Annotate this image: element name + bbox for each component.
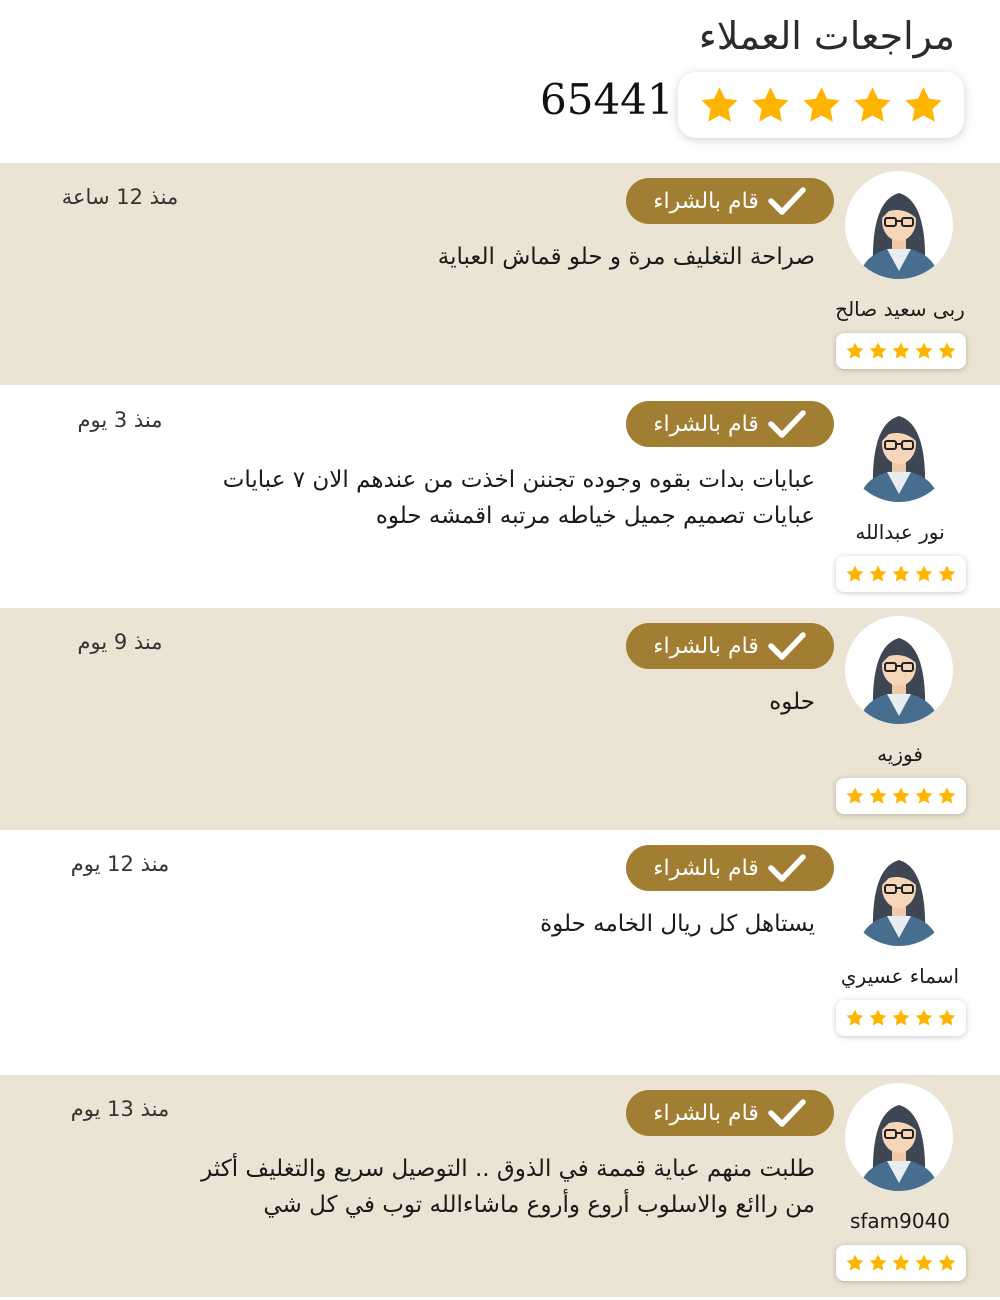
badge-label: قام بالشراء <box>653 411 759 437</box>
review-text-line: طلبت منهم عباية قممة في الذوق .. التوصيل… <box>201 1156 815 1182</box>
review-text-line: صراحة التغليف مرة و حلو قماش العباية <box>437 244 815 270</box>
badge-label: قام بالشراء <box>653 855 759 881</box>
review-text: صراحة التغليف مرة و حلو قماش العباية <box>55 239 815 275</box>
star-icon <box>892 1009 910 1026</box>
review-count: 65441 <box>540 75 674 124</box>
star-icon <box>869 565 887 582</box>
review-rating <box>836 1000 966 1036</box>
star-icon <box>892 565 910 582</box>
star-icon <box>802 86 840 122</box>
reviewer-name: ربى سعيد صالح <box>835 297 965 321</box>
avatar <box>845 616 953 724</box>
review-text-line: من راائع والاسلوب أروع وأروع ماشاءالله ت… <box>263 1192 815 1218</box>
star-icon <box>904 86 942 122</box>
avatar <box>845 394 953 502</box>
review-text-line: يستاهل كل ريال الخامه حلوة <box>540 911 815 937</box>
review-timestamp: منذ 12 يوم <box>70 852 170 876</box>
star-icon <box>846 1254 864 1271</box>
review-item: نور عبدالله قام بالشراء منذ 3 يوم عبايات بد… <box>0 386 1000 608</box>
check-icon <box>767 409 807 439</box>
reviewer-name: نور عبدالله <box>855 520 945 544</box>
avatar <box>845 171 953 279</box>
star-icon <box>869 1254 887 1271</box>
star-icon <box>892 1254 910 1271</box>
star-icon <box>915 565 933 582</box>
review-text: طلبت منهم عباية قممة في الذوق .. التوصيل… <box>55 1151 815 1223</box>
star-icon <box>938 1009 956 1026</box>
star-icon <box>846 565 864 582</box>
reviewer-name: فوزيه <box>877 742 923 766</box>
verified-purchase-badge: قام بالشراء <box>626 178 834 224</box>
review-timestamp: منذ 9 يوم <box>77 630 163 654</box>
avatar <box>845 838 953 946</box>
review-text: حلوه <box>55 684 815 720</box>
review-text: يستاهل كل ريال الخامه حلوة <box>55 906 815 942</box>
star-icon <box>846 1009 864 1026</box>
star-icon <box>853 86 891 122</box>
verified-purchase-badge: قام بالشراء <box>626 1090 834 1136</box>
check-icon <box>767 631 807 661</box>
average-rating-stars <box>678 72 964 138</box>
star-icon <box>751 86 789 122</box>
review-text-line: عبايات تصميم جميل خياطه مرتبه اقمشه حلوه <box>375 503 815 529</box>
verified-purchase-badge: قام بالشراء <box>626 845 834 891</box>
avatar <box>845 1083 953 1191</box>
star-icon <box>869 1009 887 1026</box>
check-icon <box>767 853 807 883</box>
badge-label: قام بالشراء <box>653 188 759 214</box>
review-rating <box>836 333 966 369</box>
review-timestamp: منذ 3 يوم <box>77 408 163 432</box>
review-rating <box>836 1245 966 1281</box>
reviewer-name: اسماء عسيري <box>840 964 960 988</box>
badge-label: قام بالشراء <box>653 1100 759 1126</box>
review-rating <box>836 778 966 814</box>
verified-purchase-badge: قام بالشراء <box>626 401 834 447</box>
star-icon <box>892 342 910 359</box>
review-item: ربى سعيد صالح قام بالشراء منذ 12 ساعة صراحة… <box>0 163 1000 385</box>
star-icon <box>915 342 933 359</box>
verified-purchase-badge: قام بالشراء <box>626 623 834 669</box>
star-icon <box>846 342 864 359</box>
star-icon <box>915 787 933 804</box>
review-text-line: حلوه <box>769 689 815 715</box>
star-icon <box>938 1254 956 1271</box>
review-timestamp: منذ 13 يوم <box>70 1097 170 1121</box>
review-item: اسماء عسيري قام بالشراء منذ 12 يوم يستاهل ك… <box>0 830 1000 1052</box>
star-icon <box>938 787 956 804</box>
review-text: عبايات بدات بقوه وجوده تجننن اخذت من عند… <box>55 462 815 534</box>
check-icon <box>767 186 807 216</box>
star-icon <box>938 565 956 582</box>
star-icon <box>892 787 910 804</box>
reviewer-name: sfam9040 <box>849 1209 951 1233</box>
review-text-line: عبايات بدات بقوه وجوده تجننن اخذت من عند… <box>222 467 815 493</box>
star-icon <box>915 1254 933 1271</box>
star-icon <box>915 1009 933 1026</box>
review-item: sfam9040 قام بالشراء منذ 13 يوم طلبت منهم ع… <box>0 1075 1000 1297</box>
page-title: مراجعات العملاء <box>698 14 955 58</box>
star-icon <box>700 86 738 122</box>
review-item: فوزيه قام بالشراء منذ 9 يوم حلوه <box>0 608 1000 830</box>
star-icon <box>869 342 887 359</box>
star-icon <box>846 787 864 804</box>
review-timestamp: منذ 12 ساعة <box>61 185 179 209</box>
star-icon <box>869 787 887 804</box>
review-rating <box>836 556 966 592</box>
badge-label: قام بالشراء <box>653 633 759 659</box>
check-icon <box>767 1098 807 1128</box>
star-icon <box>938 342 956 359</box>
